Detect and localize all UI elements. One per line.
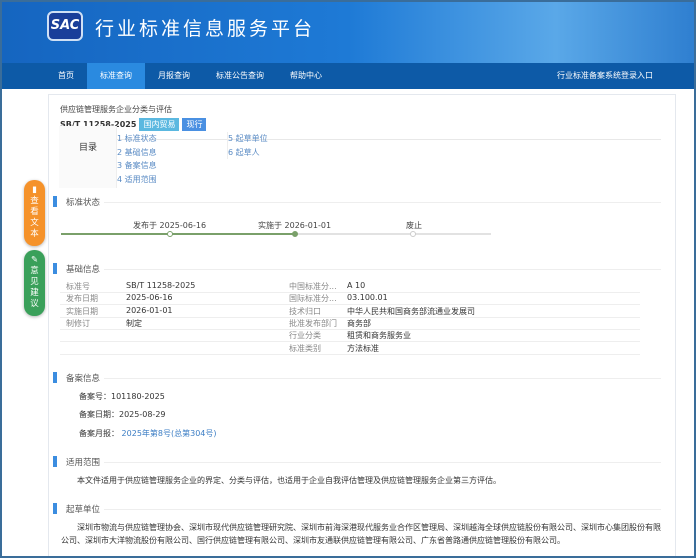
field-value: 方法标准 [347, 343, 379, 353]
section-title: 基础信息 [66, 263, 105, 275]
abolished-label: 废止 [406, 221, 422, 230]
section-filing-header: 备案信息 [53, 372, 661, 384]
drafting-units-text: 深圳市物流与供应链管理协会、深圳市现代供应链管理研究院、深圳市前海深港现代服务业… [61, 523, 661, 545]
field-label: 标准号 [66, 282, 90, 291]
field-label: 实施日期 [66, 306, 98, 316]
field-label: 行业分类 [289, 331, 321, 341]
basic-info-row: 标准类别 方法标准 [60, 343, 640, 355]
section-title: 标准状态 [66, 196, 105, 208]
basic-info-row: 制修订 制定 批准发布部门 商务部 [60, 318, 640, 330]
basic-info-row: 实施日期 2026-01-01 技术归口 中华人民共和国商务部流通业发展司 [60, 306, 640, 318]
field-value: 2025-06-16 [126, 293, 173, 303]
site-title: 行业标准信息服务平台 [95, 18, 316, 40]
field-value: 03.100.01 [347, 293, 388, 303]
field-value: 商务部 [347, 318, 371, 328]
nav-help[interactable]: 帮助中心 [277, 63, 335, 89]
main-nav: 首页 标准查询 月报查询 标准公告查询 帮助中心 行业标准备案系统登录入口 [2, 63, 694, 89]
nav-announcement[interactable]: 标准公告查询 [203, 63, 277, 89]
nav-monthly-report[interactable]: 月报查询 [145, 63, 203, 89]
filing-number: 备案号：101180-2025 [79, 391, 165, 402]
section-title: 备案信息 [66, 372, 105, 384]
field-value: 中华人民共和国商务部流通业发展司 [347, 306, 475, 316]
section-drafting-header: 起草单位 [53, 503, 661, 515]
label: 备案号： [79, 392, 111, 401]
nav-standard-search[interactable]: 标准查询 [87, 63, 145, 89]
field-label: 批准发布部门 [289, 318, 337, 328]
field-label: 制修订 [66, 318, 90, 328]
field-label: 中国标准分... [289, 282, 337, 291]
view-text-label: 查看文本 [30, 196, 39, 239]
toc-item-basic[interactable]: 2 基础信息 [117, 146, 157, 160]
feedback-button[interactable]: ✎ 意见建议 [24, 250, 45, 316]
scope-text: 本文件适用于供应链管理服务企业的界定、分类与评估，也适用于企业自我评估管理及供应… [77, 476, 501, 485]
toc-right: 5 起草单位 6 起草人 [227, 132, 268, 159]
field-value: A 10 [347, 281, 366, 290]
section-status-header: 标准状态 [53, 196, 661, 208]
status-tag: 现行 [182, 118, 207, 131]
field-label: 标准类别 [289, 343, 321, 353]
view-text-button[interactable]: ▮ 查看文本 [24, 180, 45, 246]
field-value: 租赁和商务服务业 [347, 331, 411, 341]
edit-icon: ✎ [30, 255, 39, 265]
section-basic-header: 基础信息 [53, 263, 661, 275]
basic-info-row: 行业分类 租赁和商务服务业 [60, 330, 640, 343]
published-label: 发布于 2025-06-16 [133, 221, 207, 230]
monthly-report-link[interactable]: 2025年第8号(总第304号) [122, 429, 217, 438]
label: 备案日期： [79, 410, 119, 419]
status-timeline: 发布于 2025-06-16 实施于 2026-01-01 废止 [61, 221, 491, 237]
basic-info-row: 发布日期 2025-06-16 国际标准分... 03.100.01 [60, 293, 640, 306]
section-scope-header: 适用范围 [53, 456, 661, 468]
toc-item-scope[interactable]: 4 适用范围 [117, 173, 157, 187]
field-label: 国际标准分... [289, 294, 337, 304]
toc-item-drafting-units[interactable]: 5 起草单位 [228, 132, 268, 146]
toc-item-filing[interactable]: 3 备案信息 [117, 159, 157, 173]
toc-item-status[interactable]: 1 标准状态 [117, 132, 157, 146]
feedback-label: 意见建议 [30, 266, 39, 309]
field-label: 技术归口 [289, 306, 321, 316]
field-label: 发布日期 [66, 294, 98, 304]
filing-login-link[interactable]: 行业标准备案系统登录入口 [544, 63, 666, 89]
filing-date: 备案日期：2025-08-29 [79, 409, 166, 420]
field-value: SB/T 11258-2025 [126, 281, 196, 290]
field-value: 2026-01-01 [126, 305, 173, 315]
standard-detail-card: 供应链管理服务企业分类与评估 SB/T 11258-2025 国内贸易 现行 目录 … [48, 94, 676, 556]
filing-report: 备案月报： 2025年第8号(总第304号) [79, 428, 217, 439]
header-banner: SAC 行业标准信息服务平台 [2, 2, 694, 63]
label: 备案月报： [79, 429, 119, 438]
implemented-label: 实施于 2026-01-01 [258, 221, 332, 230]
table-of-contents: 目录 [59, 126, 117, 188]
toc-left: 1 标准状态 2 基础信息 3 备案信息 4 适用范围 [117, 132, 157, 186]
nav-home[interactable]: 首页 [45, 63, 87, 89]
timeline-dot-implemented [292, 230, 298, 237]
value: 2025-08-29 [119, 410, 166, 419]
timeline-dot-abolished [410, 230, 416, 237]
field-value: 制定 [126, 318, 142, 328]
value: 101180-2025 [111, 392, 165, 401]
toc-label: 目录 [79, 143, 98, 153]
basic-info-row: 标准号 SB/T 11258-2025 中国标准分... A 10 [60, 281, 640, 293]
category-tag: 国内贸易 [139, 118, 180, 131]
sac-logo: SAC [47, 11, 83, 41]
toc-item-drafters[interactable]: 6 起草人 [228, 146, 268, 160]
section-title: 起草单位 [66, 503, 105, 515]
standard-title: 供应链管理服务企业分类与评估 [60, 105, 172, 114]
section-title: 适用范围 [66, 456, 105, 468]
document-icon: ▮ [32, 185, 37, 195]
timeline-dot-published [167, 230, 173, 237]
